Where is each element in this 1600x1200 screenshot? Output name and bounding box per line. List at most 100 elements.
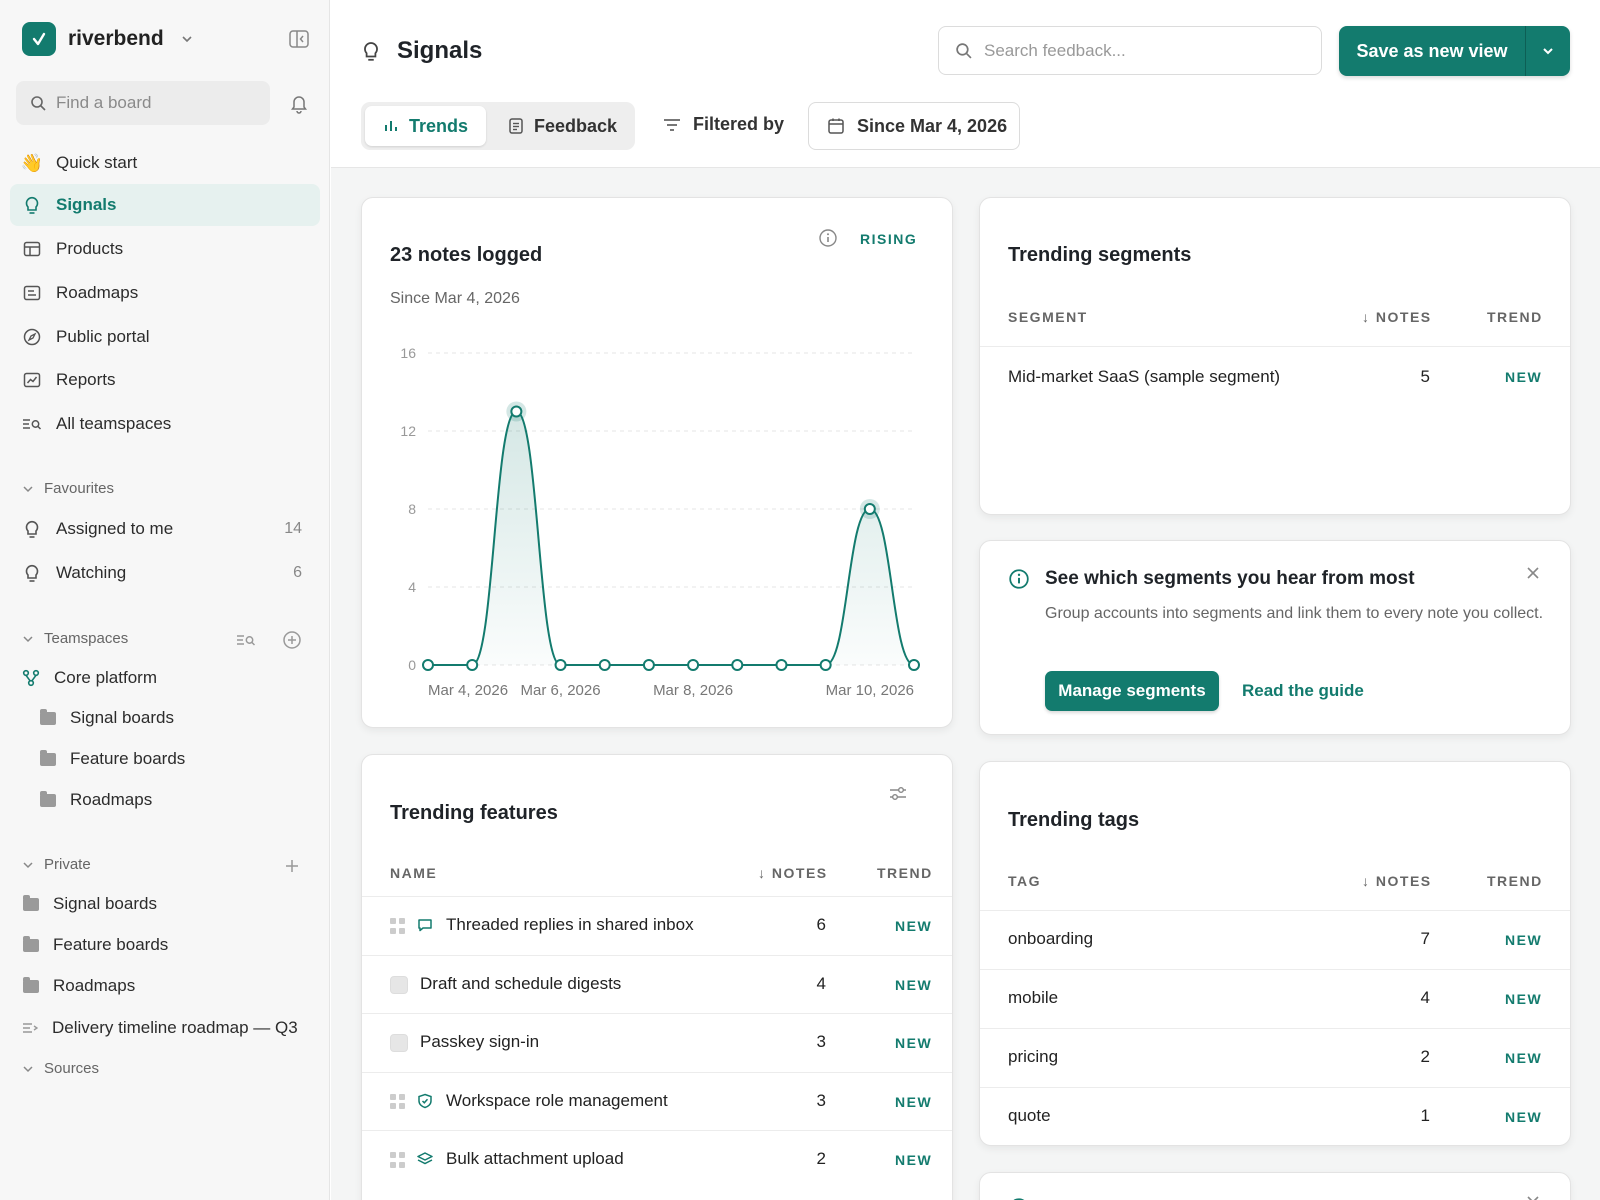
table-row[interactable]: Threaded replies in shared inbox 6 NEW (362, 896, 952, 954)
tab-trends[interactable]: Trends (365, 106, 487, 146)
table-row[interactable]: Passkey sign-in 3 NEW (362, 1013, 952, 1071)
close-icon[interactable] (1524, 1193, 1542, 1200)
sidebar-item-private-feature-boards[interactable]: Feature boards (23, 935, 168, 955)
sidebar-item-label: All teamspaces (56, 414, 172, 433)
notes-chart-card: 23 notes logged Since Mar 4, 2026 RISING… (361, 197, 953, 728)
sidebar-item-signals[interactable]: Signals (10, 184, 320, 226)
data-point (510, 405, 523, 418)
sidebar-item-label: Public portal (56, 327, 150, 346)
table-row[interactable]: mobile 4 NEW (980, 969, 1570, 1027)
sidebar-item-assigned-to-me[interactable]: Assigned to me 14 (10, 508, 320, 550)
page-title: Signals (397, 37, 483, 64)
tag-notes: 7 (1420, 929, 1430, 948)
workspace-name: riverbend (68, 27, 164, 50)
document-icon (509, 118, 523, 134)
table-row[interactable]: Draft and schedule digests 4 NEW (362, 954, 952, 1013)
compass-icon (22, 327, 42, 347)
column-header-segment: SEGMENT (1008, 309, 1088, 325)
checkbox[interactable] (390, 975, 408, 994)
read-guide-link[interactable]: Read the guide (1242, 681, 1364, 701)
drag-handle-icon[interactable] (390, 1152, 406, 1168)
folder-icon (23, 935, 39, 952)
next-card (979, 1172, 1571, 1200)
table-row[interactable]: quote 1 NEW (980, 1087, 1570, 1145)
favourites-section-toggle[interactable]: Favourites (22, 480, 114, 497)
workspace-switcher[interactable]: riverbend (22, 22, 194, 56)
sidebar-item-all-teamspaces[interactable]: All teamspaces (10, 403, 320, 445)
teamspace-core-platform[interactable]: Core platform (22, 668, 157, 688)
tag-notes: 1 (1420, 1106, 1430, 1125)
trend-badge: NEW (1505, 1050, 1543, 1066)
sidebar-item-products[interactable]: Products (10, 228, 320, 270)
sidebar-item-watching[interactable]: Watching 6 (10, 552, 320, 594)
sidebar-item-roadmaps[interactable]: Roadmaps (10, 272, 320, 314)
close-icon[interactable] (1524, 564, 1542, 582)
y-tick-label: 4 (408, 579, 416, 595)
table-row[interactable]: onboarding 7 NEW (980, 910, 1570, 968)
sidebar-item-delivery-timeline[interactable]: Delivery timeline roadmap — Q3 (22, 1018, 298, 1038)
filtered-by-button[interactable]: Filtered by (663, 114, 784, 135)
chat-icon (417, 917, 433, 938)
trend-badge: NEW (1505, 991, 1543, 1007)
table-row[interactable]: Mid-market SaaS (sample segment) 5 NEW (980, 346, 1570, 406)
x-tick-label: Mar 6, 2026 (521, 682, 601, 699)
column-header-notes[interactable]: ↓ NOTES (1362, 309, 1432, 325)
drag-handle-icon[interactable] (390, 918, 406, 934)
tab-feedback[interactable]: Feedback (490, 106, 635, 146)
data-point (908, 659, 920, 671)
plus-icon[interactable] (282, 856, 302, 876)
x-tick-label: Mar 8, 2026 (653, 682, 733, 699)
segment-notes: 5 (1420, 367, 1430, 386)
search-feedback-input[interactable] (984, 40, 1284, 61)
shield-icon (417, 1093, 433, 1114)
data-point (687, 659, 700, 671)
manage-segments-button[interactable]: Manage segments (1045, 671, 1219, 711)
chevron-down-icon (23, 485, 33, 492)
sidebar-item-roadmaps-team[interactable]: Roadmaps (40, 790, 152, 810)
date-filter-button[interactable]: Since Mar 4, 2026 (808, 102, 1020, 150)
teamspaces-section-toggle[interactable]: Teamspaces (22, 630, 128, 647)
y-tick-label: 8 (408, 501, 416, 517)
column-header-trend: TREND (877, 865, 933, 881)
collapse-sidebar-icon[interactable] (288, 28, 310, 50)
sidebar-item-private-signal-boards[interactable]: Signal boards (23, 894, 157, 914)
sidebar-item-label: Signals (56, 195, 117, 214)
sidebar-item-label: Products (56, 239, 124, 258)
find-board-input[interactable]: Find a board (16, 81, 270, 125)
trend-badge: NEW (1505, 932, 1543, 948)
timeline-icon (23, 1023, 38, 1033)
list-search-icon[interactable] (236, 630, 256, 650)
column-header-notes[interactable]: ↓ NOTES (758, 865, 828, 881)
save-as-new-view-button[interactable]: Save as new view (1339, 41, 1525, 62)
add-circle-icon[interactable] (282, 630, 302, 650)
page-header: Signals Save as new view Trends Feedback (331, 0, 1600, 168)
trend-badge: NEW (895, 1152, 933, 1168)
settings-sliders-icon[interactable] (888, 785, 908, 803)
drag-handle-icon[interactable] (390, 1093, 406, 1110)
private-section-toggle[interactable]: Private (22, 856, 91, 873)
save-view-dropdown-button[interactable] (1526, 44, 1570, 58)
sidebar-item-private-roadmaps[interactable]: Roadmaps (23, 976, 135, 996)
table-row[interactable]: Workspace role management 3 NEW (362, 1071, 952, 1130)
column-header-notes-label: NOTES (1375, 873, 1432, 889)
trend-badge: NEW (1505, 369, 1543, 385)
folder-icon (40, 790, 56, 807)
sidebar-item-quick-start[interactable]: 👋 Quick start (10, 142, 320, 184)
column-header-notes[interactable]: ↓ NOTES (1362, 873, 1432, 889)
y-tick-label: 0 (408, 657, 416, 673)
sidebar-item-public-portal[interactable]: Public portal (10, 316, 320, 358)
checkbox[interactable] (390, 1034, 408, 1052)
table-row[interactable]: Bulk attachment upload 2 NEW (362, 1130, 952, 1188)
tab-label: Feedback (534, 115, 618, 136)
folder-icon (40, 749, 56, 766)
sources-section-toggle[interactable]: Sources (22, 1060, 99, 1077)
lightbulb-icon (22, 563, 42, 583)
sidebar-item-reports[interactable]: Reports (10, 359, 320, 401)
sources-label: Sources (44, 1060, 100, 1077)
sidebar-item-signal-boards[interactable]: Signal boards (40, 708, 174, 728)
table-row[interactable]: pricing 2 NEW (980, 1028, 1570, 1086)
trend-badge: NEW (895, 918, 933, 934)
sidebar-item-feature-boards[interactable]: Feature boards (40, 749, 185, 769)
search-feedback-field[interactable] (938, 26, 1322, 75)
bell-icon[interactable] (288, 92, 310, 114)
